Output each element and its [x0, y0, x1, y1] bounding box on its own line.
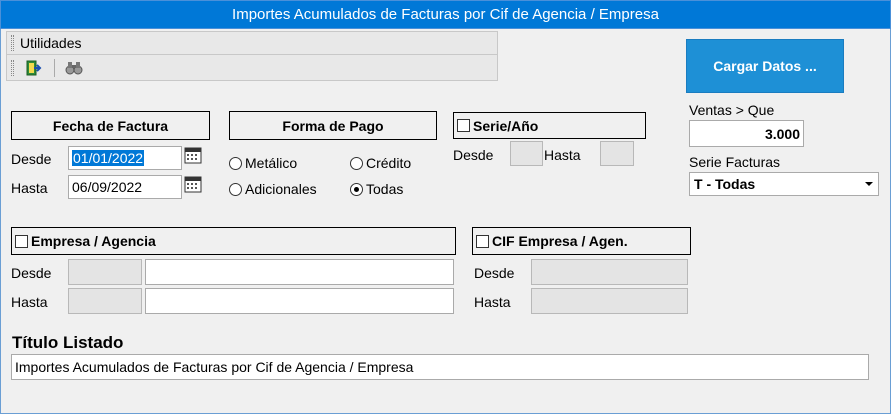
cif-empresa-header: CIF Empresa / Agen. [472, 227, 691, 255]
empresa-desde-name-input[interactable] [145, 259, 454, 285]
serie-hasta-input[interactable] [600, 141, 634, 166]
radio-adicionales[interactable]: Adicionales [229, 181, 317, 197]
radio-credito-label: Crédito [366, 155, 412, 171]
chevron-down-icon [865, 182, 873, 186]
titulo-listado-input[interactable]: Importes Acumulados de Facturas por Cif … [11, 354, 869, 380]
binoculars-icon[interactable] [63, 58, 85, 78]
radio-todas-label: Todas [366, 181, 404, 197]
radio-adicionales-label: Adicionales [245, 181, 317, 197]
fecha-desde-input[interactable]: 01/01/2022 [68, 146, 182, 170]
radio-dot [229, 156, 242, 170]
fecha-factura-header: Fecha de Factura [11, 111, 210, 140]
titulo-listado-label: Título Listado [12, 333, 124, 352]
ventas-label: Ventas > Que [689, 102, 775, 118]
empresa-agencia-checkbox[interactable] [15, 234, 28, 248]
menu-bar: Utilidades [6, 31, 498, 55]
radio-dot-selected [350, 182, 363, 196]
empresa-agencia-header: Empresa / Agencia [11, 227, 456, 255]
cif-desde-input[interactable] [531, 259, 688, 285]
ventas-input[interactable]: 3.000 [689, 120, 804, 147]
fecha-desde-label: Desde [11, 151, 52, 167]
fecha-factura-title: Fecha de Factura [52, 117, 169, 134]
serie-desde-label: Desde [453, 147, 494, 163]
cif-hasta-label: Hasta [474, 294, 511, 310]
serie-facturas-value: T - Todas [694, 176, 756, 192]
forma-pago-header: Forma de Pago [229, 111, 437, 140]
empresa-desde-label: Desde [11, 265, 52, 281]
cif-desde-label: Desde [474, 265, 515, 281]
radio-metalico-label: Metálico [245, 155, 298, 171]
empresa-hasta-code-input[interactable] [68, 288, 142, 314]
ventas-value: 3.000 [764, 125, 800, 142]
radio-credito[interactable]: Crédito [350, 155, 411, 171]
menu-grip [11, 35, 14, 51]
serie-anio-title: Serie/Año [473, 117, 539, 134]
calendar-icon[interactable] [184, 146, 202, 164]
menu-utilidades[interactable]: Utilidades [20, 35, 81, 51]
empresa-agencia-title: Empresa / Agencia [31, 233, 156, 249]
cif-hasta-input[interactable] [531, 288, 688, 314]
empresa-hasta-name-input[interactable] [145, 288, 454, 314]
fecha-hasta-label: Hasta [11, 180, 48, 196]
radio-metalico[interactable]: Metálico [229, 155, 297, 171]
fecha-hasta-value: 06/09/2022 [72, 179, 143, 195]
serie-anio-checkbox[interactable] [457, 119, 470, 132]
serie-desde-input[interactable] [510, 141, 543, 166]
radio-todas[interactable]: Todas [350, 181, 403, 197]
radio-dot [350, 156, 363, 170]
window-title-bar: Importes Acumulados de Facturas por Cif … [0, 0, 891, 29]
fecha-hasta-input[interactable]: 06/09/2022 [68, 175, 182, 199]
cif-empresa-title: CIF Empresa / Agen. [492, 233, 628, 249]
exit-door-icon[interactable] [22, 58, 44, 78]
calendar-icon[interactable] [184, 175, 202, 193]
cargar-datos-button[interactable]: Cargar Datos ... [686, 39, 844, 93]
window-title: Importes Acumulados de Facturas por Cif … [232, 6, 659, 23]
radio-dot [229, 182, 242, 196]
cif-empresa-checkbox[interactable] [476, 234, 489, 248]
serie-hasta-label: Hasta [544, 147, 581, 163]
serie-anio-header: Serie/Año [453, 112, 646, 139]
toolbar-separator [54, 58, 55, 77]
forma-pago-title: Forma de Pago [282, 117, 384, 134]
cargar-datos-label: Cargar Datos ... [713, 58, 817, 74]
fecha-desde-value: 01/01/2022 [72, 150, 145, 166]
titulo-listado-value: Importes Acumulados de Facturas por Cif … [15, 359, 414, 375]
empresa-desde-code-input[interactable] [68, 259, 142, 285]
toolbar-grip [11, 59, 14, 76]
toolbar [6, 55, 498, 81]
empresa-hasta-label: Hasta [11, 294, 48, 310]
serie-facturas-select[interactable]: T - Todas [689, 172, 879, 196]
serie-facturas-label: Serie Facturas [689, 154, 781, 170]
